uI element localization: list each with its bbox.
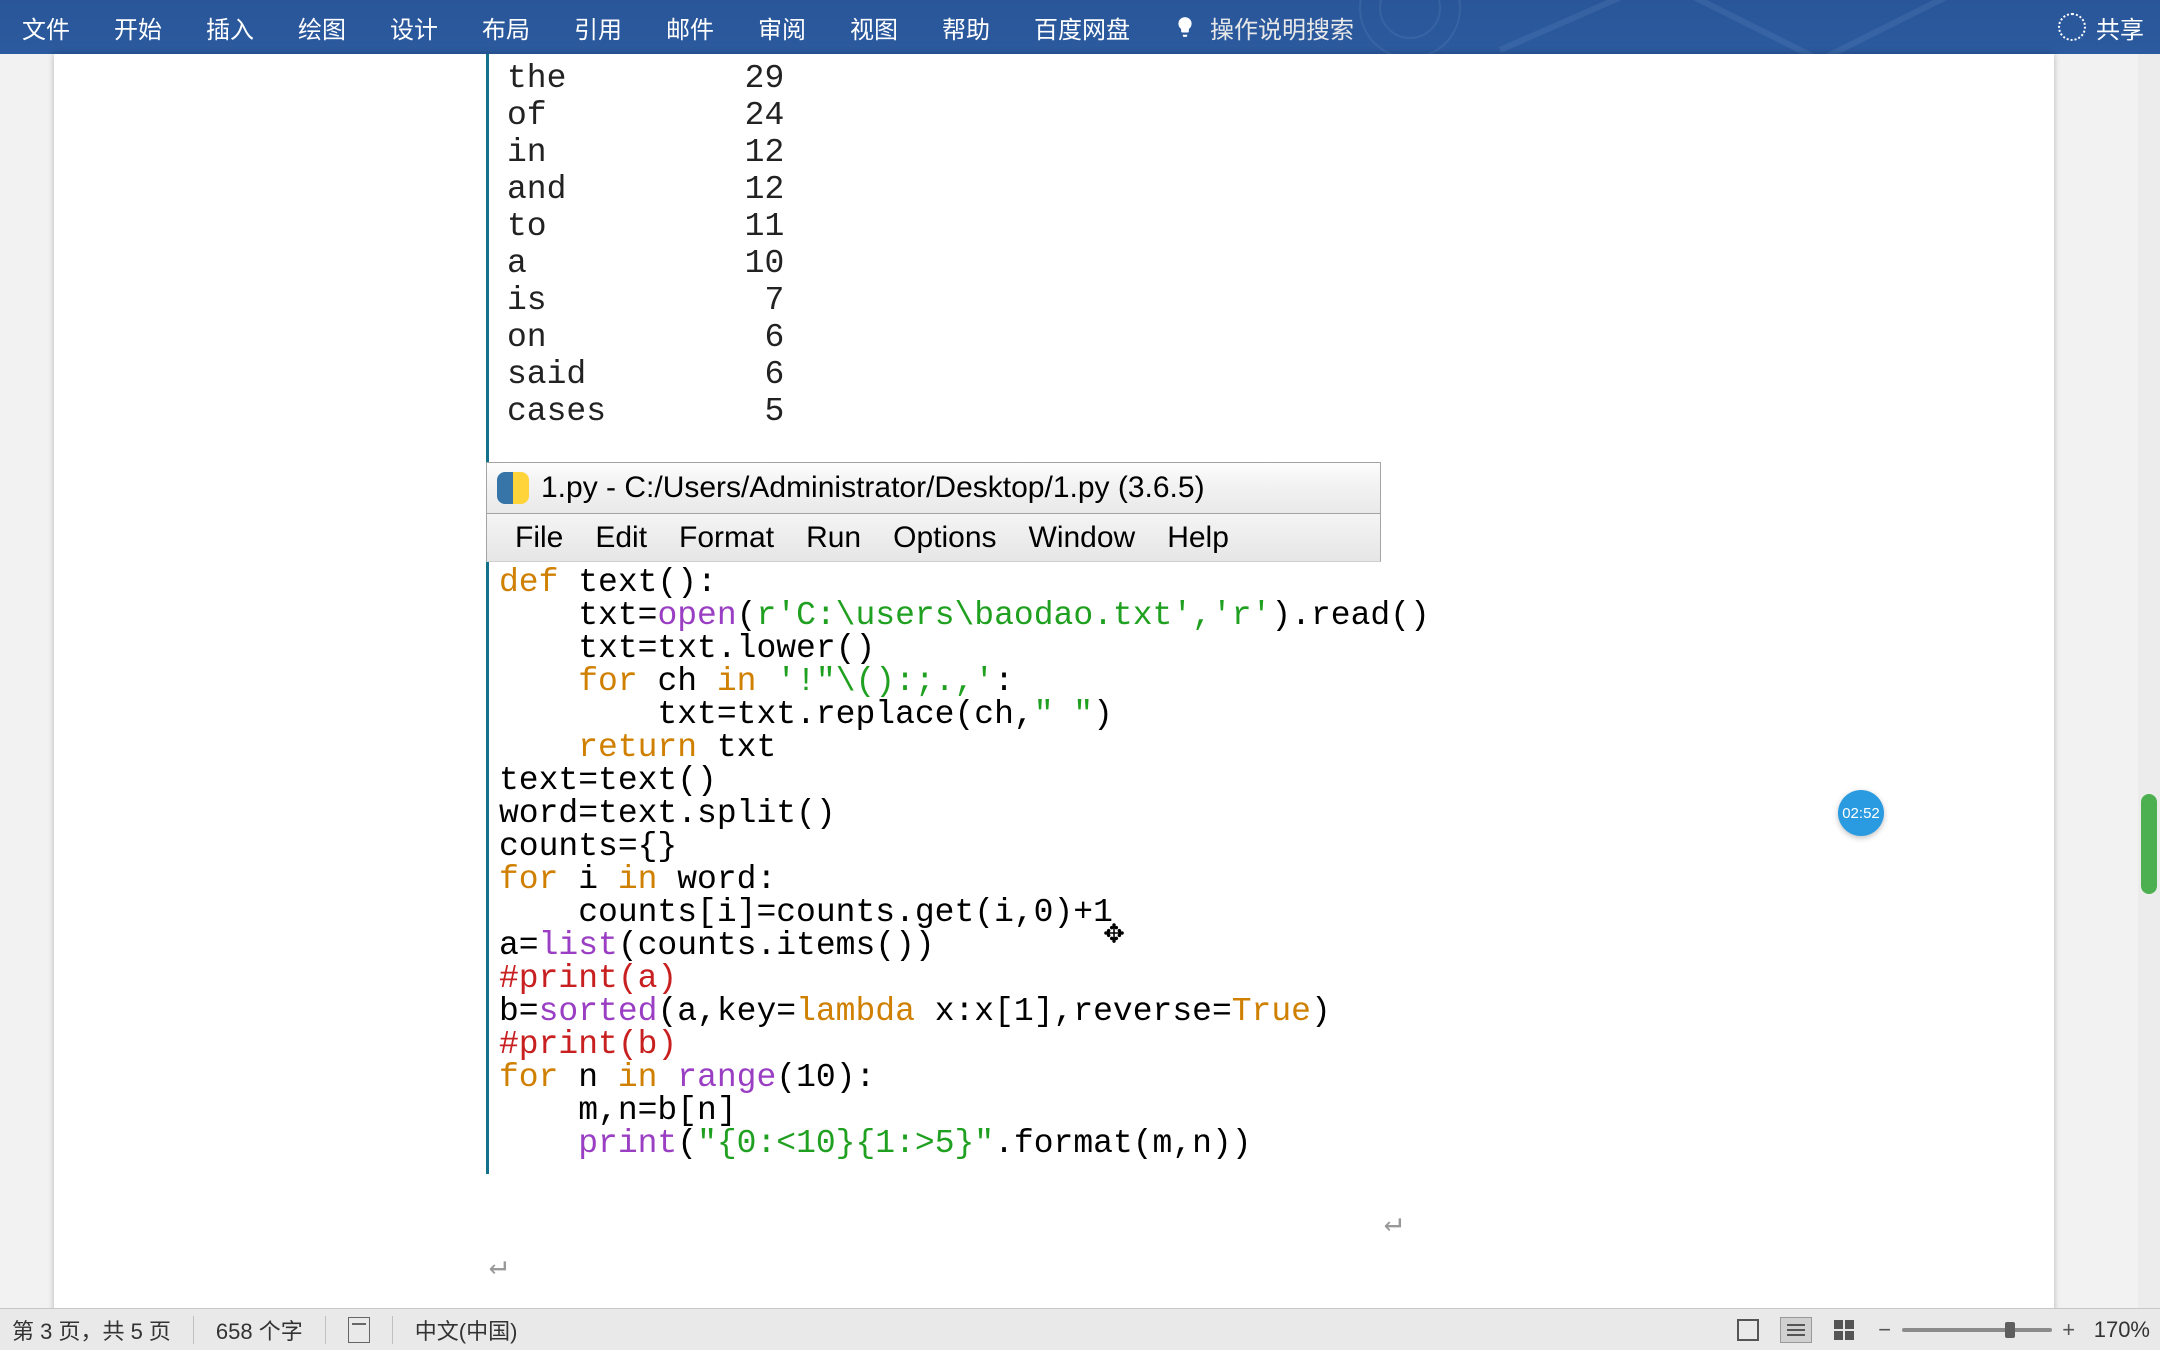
- print-layout-icon: [1787, 1324, 1805, 1336]
- status-divider: [325, 1316, 326, 1344]
- idle-menu-bar: File Edit Format Run Options Window Help: [486, 514, 1381, 562]
- paragraph-mark: ↵: [1384, 1204, 1402, 1241]
- ribbon-tab-references[interactable]: 引用: [552, 0, 644, 54]
- idle-title: 1.py - C:/Users/Administrator/Desktop/1.…: [541, 471, 1205, 505]
- status-divider: [193, 1316, 194, 1344]
- idle-menu-help[interactable]: Help: [1151, 521, 1245, 555]
- output-row: to 11: [507, 208, 1362, 245]
- view-read-mode[interactable]: [1732, 1317, 1764, 1343]
- output-row: a 10: [507, 245, 1362, 282]
- status-bar: 第 3 页，共 5 页 658 个字 中文(中国) − + 170%: [0, 1308, 2160, 1350]
- embedded-idle-window-image[interactable]: 1.py - C:/Users/Administrator/Desktop/1.…: [486, 462, 1381, 1174]
- document-area: the 29of 24in 12and 12to 11a 10is 7on 6s…: [0, 54, 2160, 1308]
- proofing-icon[interactable]: [348, 1317, 370, 1343]
- ribbon-tab-layout[interactable]: 布局: [460, 0, 552, 54]
- idle-menu-format[interactable]: Format: [663, 521, 790, 555]
- ribbon-tab-mailings[interactable]: 邮件: [644, 0, 736, 54]
- output-row: is 7: [507, 282, 1362, 319]
- ribbon-tabs: 文件 开始 插入 绘图 设计 布局 引用 邮件 审阅 视图 帮助 百度网盘: [0, 0, 1152, 54]
- view-web-layout[interactable]: [1828, 1317, 1860, 1343]
- ribbon-tab-design[interactable]: 设计: [368, 0, 460, 54]
- output-row: the 29: [507, 60, 1362, 97]
- status-wordcount[interactable]: 658 个字: [216, 1314, 303, 1346]
- zoom-track[interactable]: [1902, 1328, 2052, 1332]
- ribbon-tab-baidunetdisk[interactable]: 百度网盘: [1012, 0, 1152, 54]
- ribbon-tab-file[interactable]: 文件: [0, 0, 92, 54]
- share-icon: [2058, 13, 2086, 41]
- output-row: said 6: [507, 356, 1362, 393]
- zoom-in-button[interactable]: +: [2060, 1317, 2078, 1343]
- share-button[interactable]: 共享: [2058, 0, 2144, 54]
- embedded-output-image[interactable]: the 29of 24in 12and 12to 11a 10is 7on 6s…: [486, 54, 1376, 464]
- output-row: cases 5: [507, 393, 1362, 430]
- idle-code-area: def text(): txt=open(r'C:\users\baodao.t…: [486, 562, 1381, 1174]
- ribbon-tab-review[interactable]: 审阅: [736, 0, 828, 54]
- ribbon-decorative-art: [1300, 0, 2000, 60]
- idle-menu-window[interactable]: Window: [1013, 521, 1152, 555]
- idle-menu-file[interactable]: File: [499, 521, 579, 555]
- idle-menu-edit[interactable]: Edit: [579, 521, 663, 555]
- document-vertical-scrollbar[interactable]: [2138, 54, 2160, 1308]
- view-print-layout[interactable]: [1780, 1317, 1812, 1343]
- status-language[interactable]: 中文(中国): [415, 1314, 518, 1346]
- idle-menu-options[interactable]: Options: [877, 521, 1012, 555]
- ribbon-tab-help[interactable]: 帮助: [920, 0, 1012, 54]
- move-cursor-icon: ✥: [1103, 919, 1125, 950]
- ribbon-bar: 文件 开始 插入 绘图 设计 布局 引用 邮件 审阅 视图 帮助 百度网盘 操作…: [0, 0, 2160, 54]
- document-page[interactable]: the 29of 24in 12and 12to 11a 10is 7on 6s…: [54, 54, 2054, 1334]
- read-mode-icon: [1737, 1319, 1759, 1341]
- ribbon-tab-insert[interactable]: 插入: [184, 0, 276, 54]
- output-row: and 12: [507, 171, 1362, 208]
- status-divider: [392, 1316, 393, 1344]
- status-page[interactable]: 第 3 页，共 5 页: [12, 1314, 171, 1346]
- zoom-slider[interactable]: − +: [1876, 1317, 2078, 1343]
- zoom-out-button[interactable]: −: [1876, 1317, 1894, 1343]
- idle-titlebar: 1.py - C:/Users/Administrator/Desktop/1.…: [486, 462, 1381, 514]
- ribbon-tab-view[interactable]: 视图: [828, 0, 920, 54]
- output-row: on 6: [507, 319, 1362, 356]
- ribbon-tab-home[interactable]: 开始: [92, 0, 184, 54]
- output-table: the 29of 24in 12and 12to 11a 10is 7on 6s…: [489, 54, 1376, 436]
- scrollbar-thumb[interactable]: [2141, 794, 2157, 894]
- paragraph-mark: ↵: [489, 1247, 507, 1284]
- zoom-thumb[interactable]: [2005, 1322, 2015, 1338]
- python-icon: [497, 472, 529, 504]
- idle-menu-run[interactable]: Run: [790, 521, 877, 555]
- output-row: of 24: [507, 97, 1362, 134]
- web-layout-icon: [1834, 1320, 1854, 1340]
- recording-timer-badge[interactable]: 02:52: [1838, 790, 1884, 836]
- ribbon-tab-draw[interactable]: 绘图: [276, 0, 368, 54]
- output-row: in 12: [507, 134, 1362, 171]
- share-label: 共享: [2096, 10, 2144, 45]
- tellme-icon[interactable]: [1172, 14, 1198, 40]
- zoom-level[interactable]: 170%: [2094, 1317, 2150, 1343]
